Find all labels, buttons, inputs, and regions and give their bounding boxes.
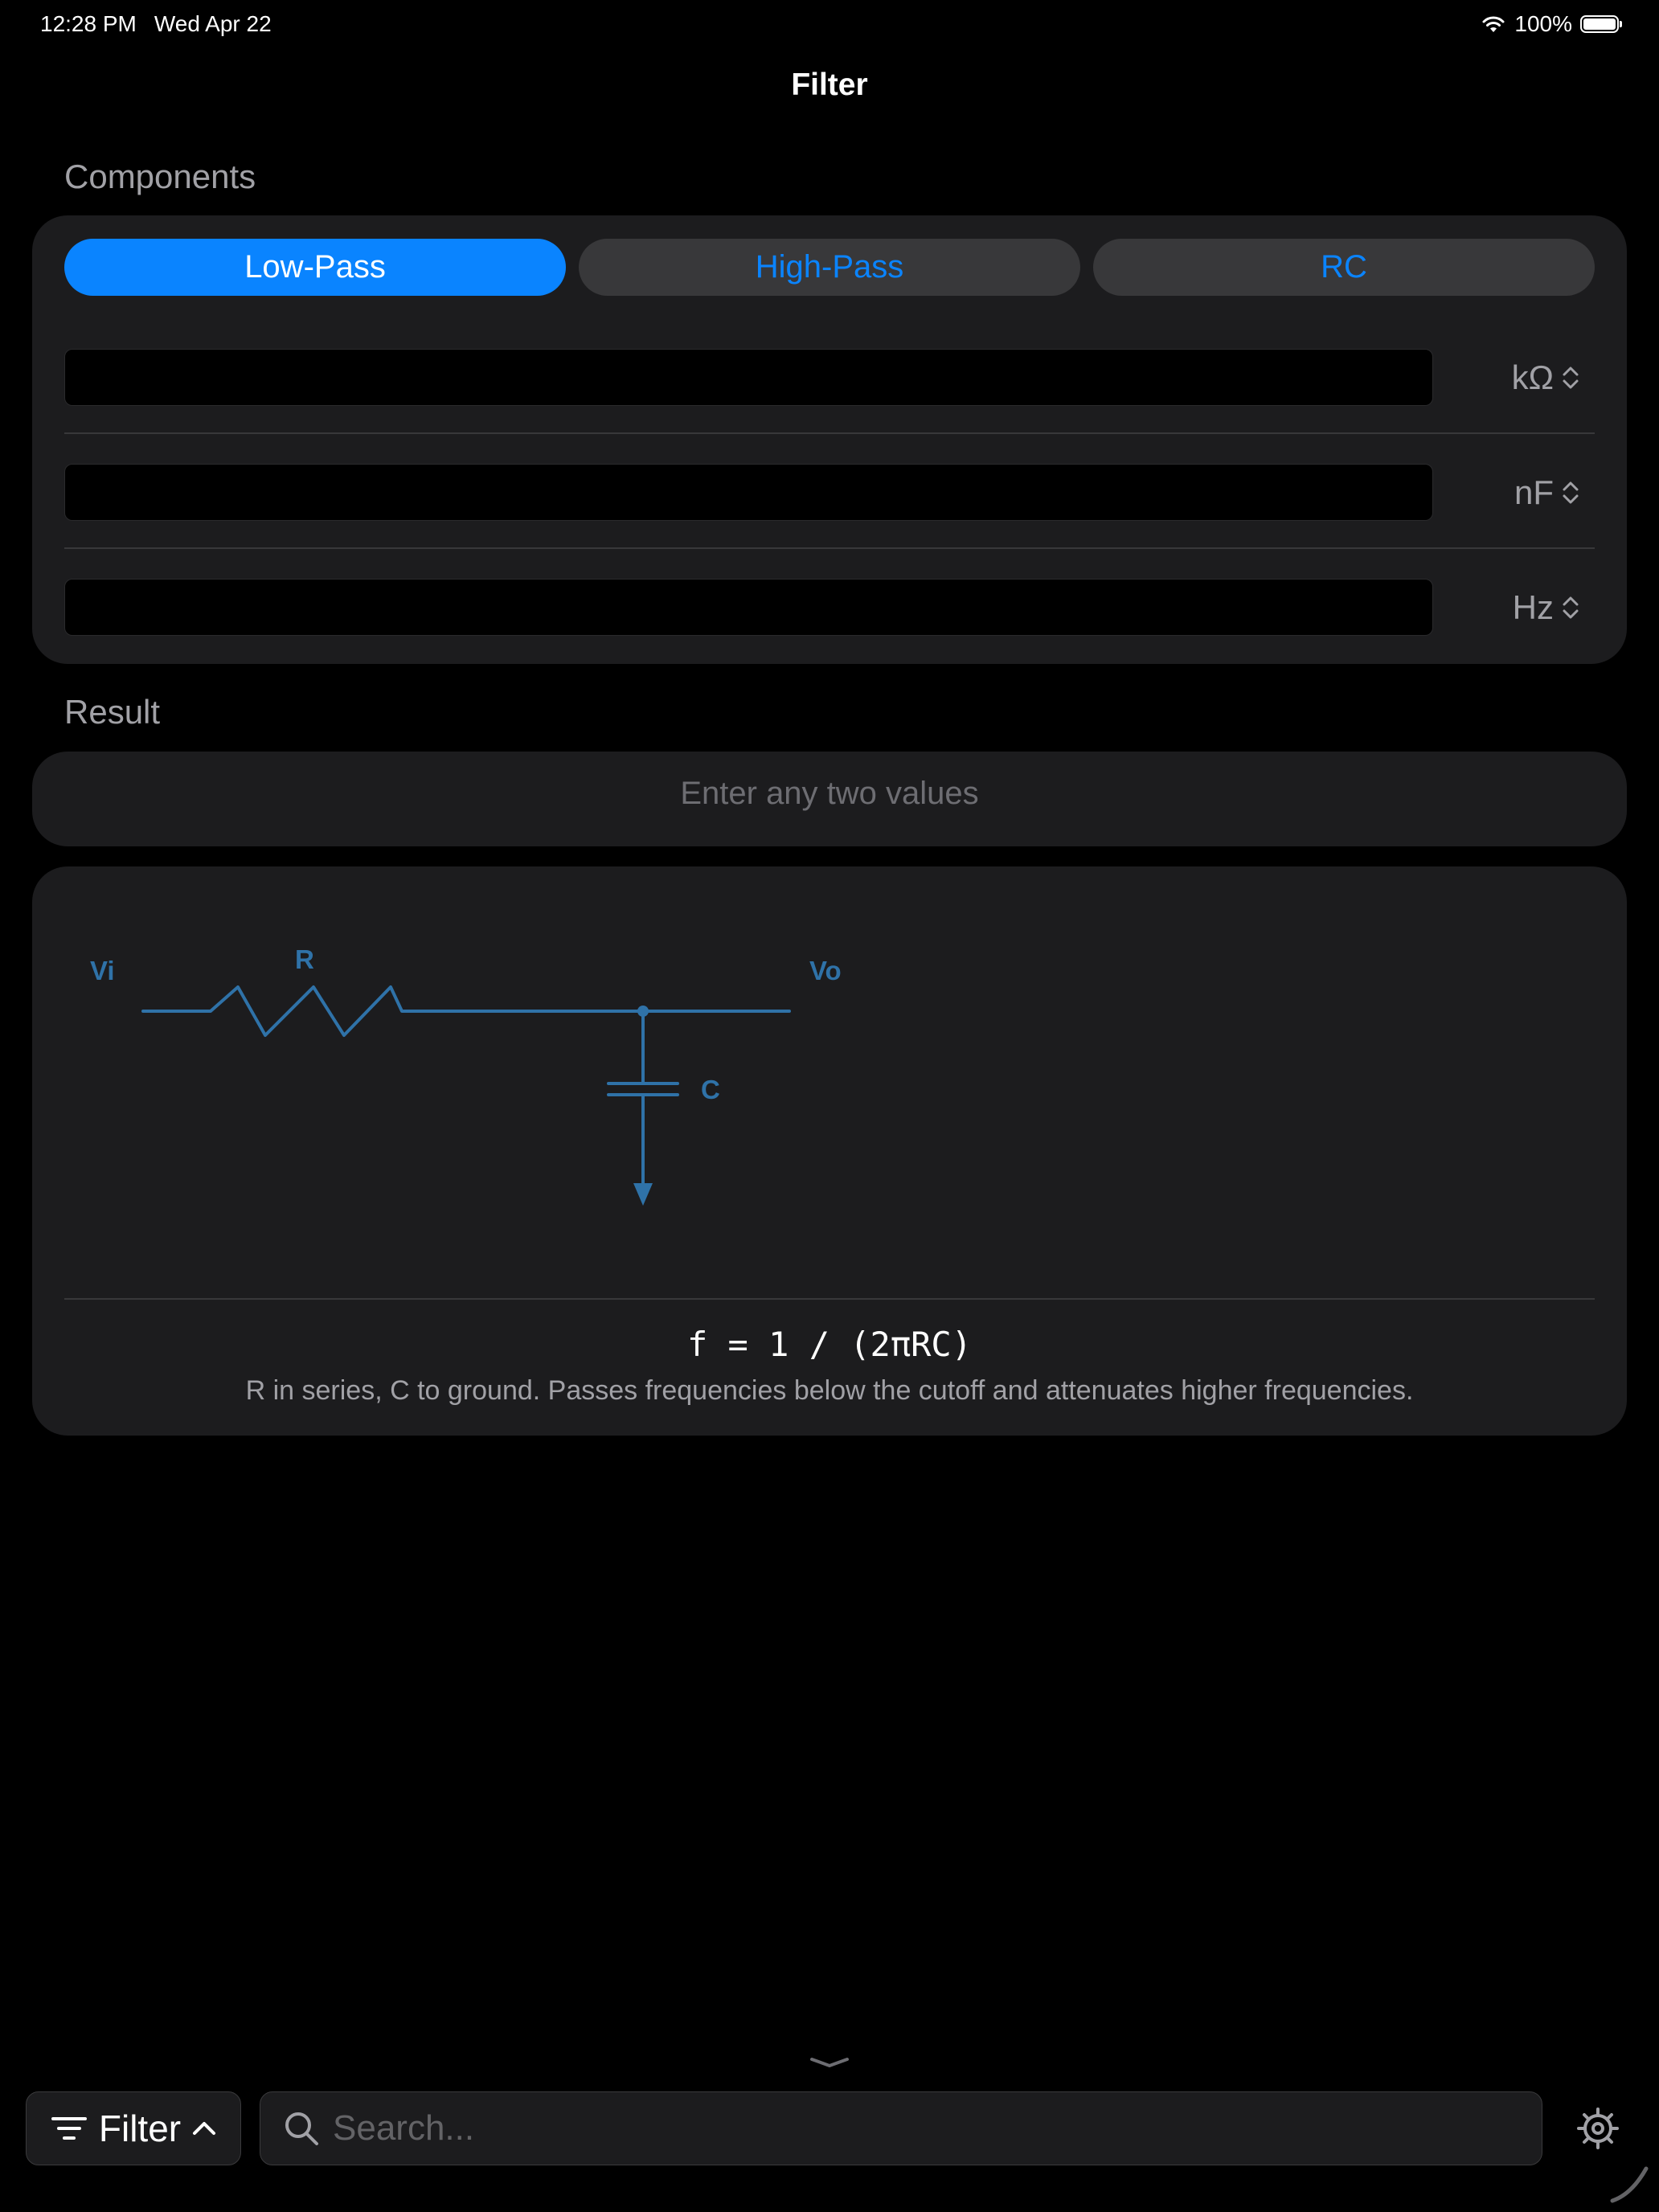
- resistor-label: R: [295, 944, 314, 974]
- input-voltage-label: Vi: [90, 956, 115, 985]
- chevron-up-icon: [193, 2122, 216, 2135]
- search-bar[interactable]: [260, 2091, 1542, 2165]
- cutoff-formula: f = 1 / (2πRC): [686, 1325, 972, 1364]
- low-pass-circuit-diagram: [141, 985, 791, 1206]
- chevron-down-icon[interactable]: [809, 2054, 850, 2071]
- circuit-wire: [141, 985, 791, 1037]
- filter-lines-icon: [51, 2117, 87, 2140]
- search-input[interactable]: [331, 2108, 1500, 2149]
- filter-description: R in series, C to ground. Passes frequen…: [245, 1375, 1414, 1406]
- filter-button[interactable]: Filter: [26, 2091, 241, 2165]
- search-icon: [285, 2112, 318, 2145]
- gear-icon[interactable]: [1575, 2106, 1620, 2151]
- output-voltage-label: Vo: [809, 956, 842, 985]
- junction-node: [637, 1006, 649, 1017]
- diagram-divider: [64, 1298, 1595, 1300]
- resize-handle-icon: [1610, 2166, 1649, 2203]
- capacitor-plates: [607, 1082, 679, 1096]
- ground-arrow: [633, 1183, 653, 1206]
- filter-button-label: Filter: [98, 2108, 182, 2149]
- capacitor-label: C: [701, 1075, 720, 1104]
